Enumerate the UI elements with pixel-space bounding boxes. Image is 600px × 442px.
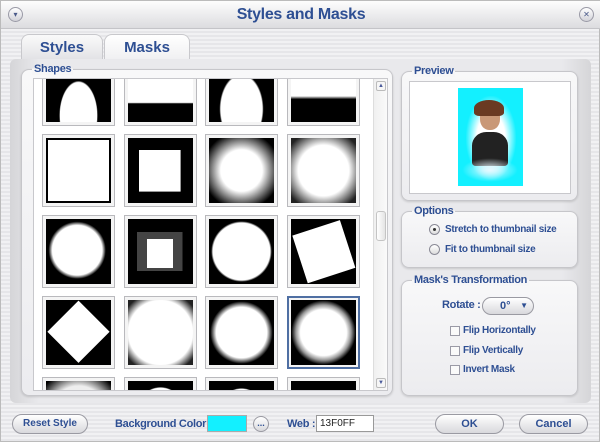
stretch-label[interactable]: Stretch to thumbnail size: [445, 224, 557, 235]
chevron-down-icon: ▼: [520, 301, 528, 310]
invert-mask-checkbox[interactable]: [450, 365, 460, 375]
mask-image: [46, 381, 111, 390]
mask-image: [127, 219, 193, 284]
mask-image: [209, 381, 274, 390]
mask-thumbnail[interactable]: [123, 79, 197, 126]
mask-image: [290, 300, 356, 365]
preview-image: [458, 88, 523, 186]
cancel-button[interactable]: Cancel: [519, 414, 588, 434]
mask-thumbnail[interactable]: [123, 377, 197, 390]
options-group: Options: [401, 205, 578, 268]
rotate-dropdown[interactable]: 0° ▼: [482, 297, 534, 315]
ok-button[interactable]: OK: [435, 414, 504, 434]
mask-image: [46, 219, 111, 284]
mask-thumbnail[interactable]: [42, 134, 115, 207]
mask-image: [290, 219, 356, 284]
preview-area: [409, 81, 571, 194]
mask-thumbnail[interactable]: [205, 134, 278, 207]
window-title: Styles and Masks: [236, 6, 366, 23]
mask-image: [127, 300, 193, 365]
mask-thumbnail[interactable]: [123, 296, 197, 369]
mask-thumbnail[interactable]: [205, 296, 278, 369]
color-picker-button[interactable]: ...: [253, 416, 269, 432]
mask-image: [209, 219, 274, 284]
mask-thumbnail[interactable]: [205, 377, 278, 390]
scrollbar[interactable]: ▲ ▼: [373, 79, 387, 390]
mask-image: [290, 381, 356, 390]
invert-mask-label[interactable]: Invert Mask: [463, 364, 515, 375]
web-label: Web :: [287, 418, 316, 430]
scroll-thumb[interactable]: [376, 211, 386, 241]
mask-thumbnail[interactable]: [286, 79, 360, 126]
tab-styles[interactable]: Styles: [21, 34, 103, 60]
mask-image: [290, 138, 356, 203]
stretch-radio[interactable]: [429, 224, 440, 235]
fit-radio[interactable]: [429, 244, 440, 255]
tab-masks[interactable]: Masks: [104, 34, 190, 61]
mask-transformation-label: Mask's Transformation: [412, 274, 530, 286]
options-label: Options: [412, 205, 456, 217]
mask-image: [46, 300, 111, 365]
background-color-swatch[interactable]: [207, 415, 247, 432]
scroll-down-icon[interactable]: ▼: [376, 378, 386, 388]
mask-thumbnail[interactable]: [286, 296, 360, 369]
mask-image: [46, 79, 111, 122]
flip-horizontal-label[interactable]: Flip Horizontally: [463, 325, 536, 336]
mask-image: [127, 381, 193, 390]
mask-image: [127, 79, 193, 122]
preview-label: Preview: [412, 65, 456, 77]
mask-thumbnail[interactable]: [286, 377, 360, 390]
shapes-label: Shapes: [32, 63, 74, 75]
rotate-label: Rotate :: [442, 299, 481, 311]
shapes-list[interactable]: [33, 78, 388, 391]
mask-thumbnail[interactable]: [123, 215, 197, 288]
flip-horizontal-checkbox[interactable]: [450, 326, 460, 336]
mask-thumbnail[interactable]: [42, 79, 115, 126]
mask-image: [209, 300, 274, 365]
mask-thumbnail[interactable]: [42, 377, 115, 390]
mask-image: [290, 79, 356, 122]
rotate-value: 0°: [500, 300, 511, 312]
mask-thumbnail[interactable]: [286, 134, 360, 207]
mask-image: [209, 79, 274, 122]
styles-and-masks-dialog: ▾ Styles and Masks ✕ Styles Masks Shapes…: [0, 0, 600, 442]
mask-thumbnail[interactable]: [286, 215, 360, 288]
background-color-label: Background Color :: [115, 418, 213, 430]
mask-thumbnail[interactable]: [42, 215, 115, 288]
mask-image: [127, 138, 193, 203]
chevron-down-icon[interactable]: ▾: [8, 7, 23, 22]
mask-thumbnail[interactable]: [205, 215, 278, 288]
mask-thumbnail[interactable]: [42, 296, 115, 369]
scroll-up-icon[interactable]: ▲: [376, 81, 386, 91]
flip-vertical-checkbox[interactable]: [450, 346, 460, 356]
web-color-input[interactable]: [316, 415, 374, 432]
fit-label[interactable]: Fit to thumbnail size: [445, 244, 536, 255]
close-icon[interactable]: ✕: [579, 7, 594, 22]
title-bar: ▾ Styles and Masks ✕: [1, 1, 600, 29]
reset-style-button[interactable]: Reset Style: [12, 414, 88, 434]
mask-image: [46, 138, 111, 203]
mask-image: [209, 138, 274, 203]
flip-vertical-label[interactable]: Flip Vertically: [463, 345, 523, 356]
mask-thumbnail[interactable]: [205, 79, 278, 126]
mask-thumbnail[interactable]: [123, 134, 197, 207]
